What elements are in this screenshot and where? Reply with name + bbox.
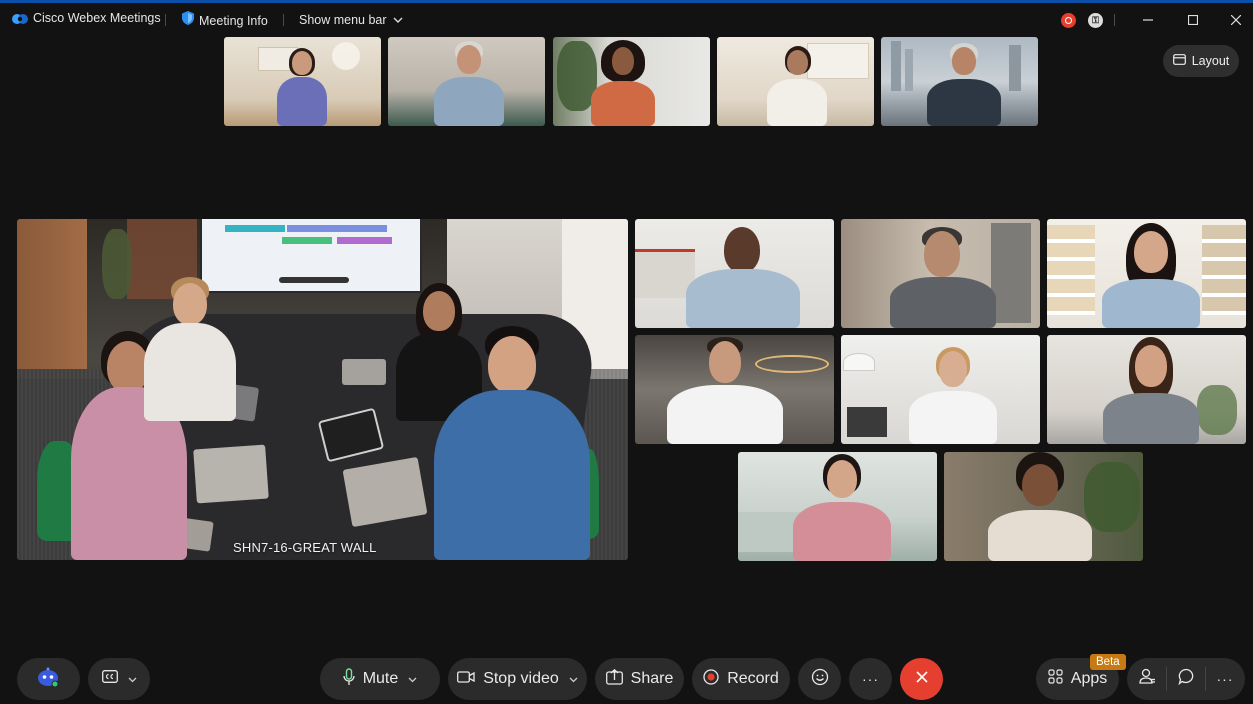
shield-icon (182, 11, 194, 30)
assistant-icon (37, 666, 61, 693)
chat-button[interactable] (1167, 668, 1205, 690)
end-call-button[interactable] (900, 658, 943, 700)
app-name: Cisco Webex Meetings (33, 11, 161, 25)
layout-icon (1172, 54, 1186, 68)
participant-video-tile[interactable] (224, 37, 381, 126)
more-panels-button[interactable]: ··· (1206, 671, 1244, 687)
participants-button[interactable] (1128, 668, 1166, 690)
share-button[interactable]: Share (595, 658, 684, 700)
microphone-icon (343, 667, 355, 691)
webex-logo-icon (12, 12, 28, 31)
chevron-down-icon (393, 11, 403, 29)
chevron-down-icon (128, 672, 137, 686)
maximize-icon[interactable] (1180, 9, 1206, 31)
participant-video-tile[interactable] (841, 335, 1040, 444)
participant-video-tile[interactable] (738, 452, 937, 561)
participant-video-tile[interactable] (1047, 335, 1246, 444)
layout-button[interactable]: Layout (1163, 45, 1239, 77)
meeting-info-label: Meeting Info (199, 13, 268, 28)
chat-icon (1177, 668, 1195, 690)
mute-label: Mute (362, 670, 399, 687)
stop-video-button[interactable]: Stop video (448, 658, 587, 700)
security-key-icon[interactable]: ⚿ (1088, 13, 1103, 28)
more-icon: ··· (862, 671, 879, 687)
participant-video-tile[interactable] (717, 37, 874, 126)
title-separator (1114, 14, 1115, 26)
layout-label: Layout (1191, 54, 1230, 68)
title-separator (283, 14, 284, 26)
record-label: Record (727, 670, 779, 687)
captions-button[interactable] (88, 658, 150, 700)
close-icon[interactable] (1223, 9, 1249, 31)
reactions-icon (811, 668, 829, 691)
title-bar: Cisco Webex Meetings Meeting Info Show m… (0, 3, 1253, 35)
stop-video-label: Stop video (483, 670, 559, 687)
share-icon (605, 668, 623, 690)
record-icon (703, 668, 719, 690)
chevron-down-icon (569, 672, 578, 686)
beta-badge: Beta (1090, 654, 1126, 670)
participant-video-tile[interactable] (944, 452, 1143, 561)
room-video-tile[interactable] (17, 219, 628, 560)
participants-icon (1138, 668, 1156, 690)
chevron-down-icon (408, 672, 417, 686)
apps-label: Apps (1070, 670, 1108, 687)
participant-video-tile[interactable] (881, 37, 1038, 126)
show-menu-bar-label: Show menu bar (299, 13, 387, 27)
apps-icon (1048, 669, 1063, 689)
minimize-icon[interactable] (1135, 9, 1161, 31)
end-call-icon (915, 670, 928, 688)
camera-icon (457, 670, 475, 688)
participant-video-tile[interactable] (635, 335, 834, 444)
participant-video-tile[interactable] (1047, 219, 1246, 328)
more-icon: ··· (1216, 671, 1234, 687)
participant-video-tile[interactable] (388, 37, 545, 126)
captions-icon (101, 670, 118, 688)
participant-video-tile[interactable] (841, 219, 1040, 328)
participant-video-tile[interactable] (635, 219, 834, 328)
more-options-button[interactable]: ··· (849, 658, 892, 700)
recording-status-icon[interactable] (1061, 13, 1076, 28)
room-name-label: SHN7-16-GREAT WALL (233, 540, 377, 555)
share-label: Share (630, 670, 674, 687)
title-separator (165, 14, 166, 26)
assistant-button[interactable] (17, 658, 80, 700)
record-button[interactable]: Record (692, 658, 790, 700)
meeting-info-button[interactable]: Meeting Info (182, 11, 268, 30)
participant-video-tile[interactable] (553, 37, 710, 126)
show-menu-bar-button[interactable]: Show menu bar (299, 11, 403, 29)
side-panel-group: ··· (1127, 658, 1245, 700)
reactions-button[interactable] (798, 658, 841, 700)
mute-button[interactable]: Mute (320, 658, 440, 700)
